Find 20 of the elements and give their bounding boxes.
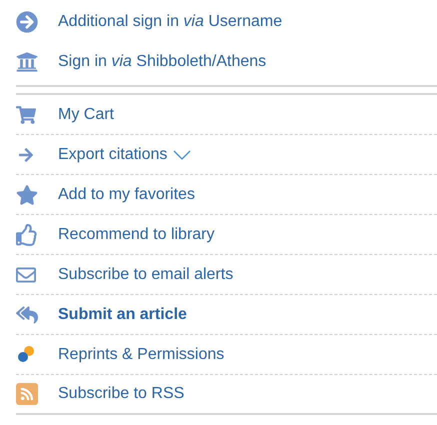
action-link[interactable]: Submit an article (58, 302, 187, 326)
action-link[interactable]: Subscribe to RSS (58, 382, 184, 406)
arrow-right-icon (16, 146, 36, 162)
institution-icon (16, 51, 38, 73)
sign-in-link[interactable]: Sign in via Shibboleth/Athens (58, 50, 266, 74)
rss-icon (16, 383, 38, 405)
action-link[interactable]: Export citations (58, 142, 168, 166)
envelope-icon (16, 264, 36, 284)
sign-in-link[interactable]: Additional sign in via Username (58, 10, 282, 34)
star-icon (16, 184, 38, 206)
action-link[interactable]: Add to my favorites (58, 182, 195, 206)
two-circles-icon (16, 344, 36, 364)
action-link[interactable]: Reprints & Permissions (58, 342, 224, 366)
cart-icon (16, 104, 36, 124)
action-link[interactable]: Recommend to library (58, 222, 214, 246)
reply-arrow-icon (16, 304, 38, 324)
caret-down-icon[interactable] (173, 150, 192, 160)
thumbs-up-icon (16, 224, 38, 246)
action-link[interactable]: Subscribe to email alerts (58, 262, 234, 286)
action-link[interactable]: My Cart (58, 102, 114, 126)
